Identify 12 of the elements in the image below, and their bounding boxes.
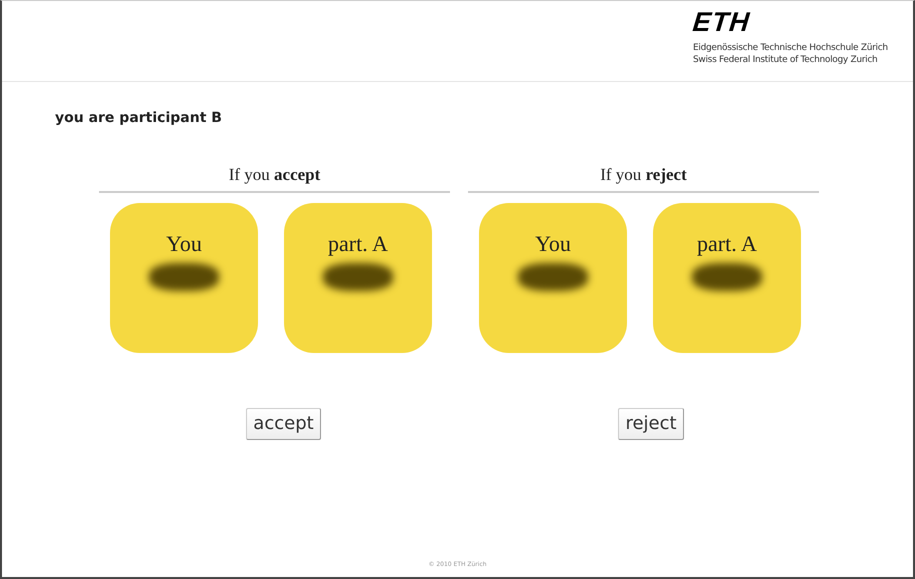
eth-logo: ETH bbox=[692, 9, 752, 35]
payoff-label: You bbox=[166, 231, 202, 257]
institution-name: Swiss Federal Institute of Technology Zurich bbox=[693, 54, 878, 66]
option-heading: If you reject bbox=[468, 165, 819, 193]
choice-button[interactable]: accept bbox=[246, 408, 321, 440]
participant-role: you are participant B bbox=[55, 110, 222, 126]
choice-button[interactable]: reject bbox=[618, 408, 684, 440]
payoff-label: You bbox=[535, 231, 571, 257]
payoff-label: part. A bbox=[697, 231, 757, 257]
payoff-label: part. A bbox=[328, 231, 388, 257]
option-heading: If you accept bbox=[99, 165, 450, 193]
institution-name: Eidgenössische Technische Hochschule Zürich bbox=[693, 42, 889, 54]
